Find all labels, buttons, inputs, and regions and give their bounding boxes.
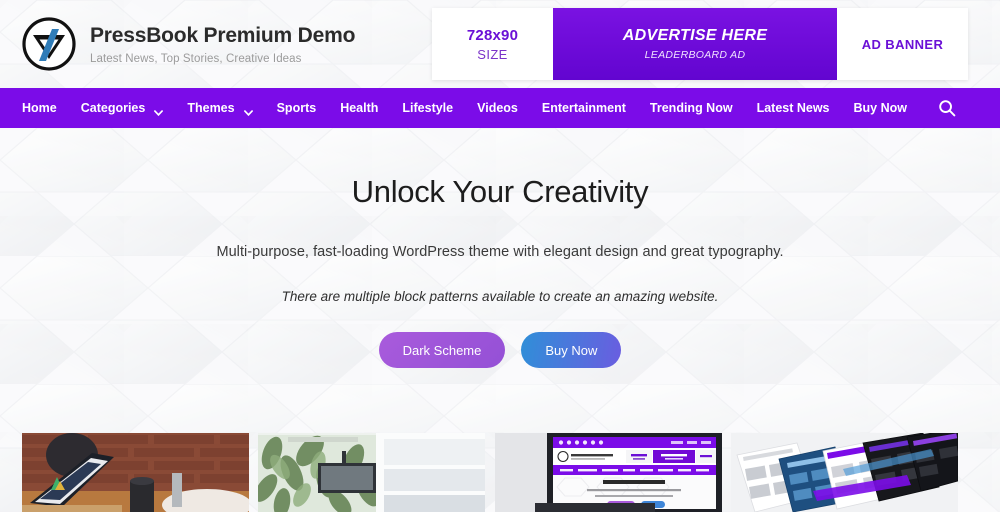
card-leaf-wallpaper-interior-photo[interactable]: [258, 433, 485, 512]
nav-item-latest-news[interactable]: Latest News: [757, 101, 830, 115]
dark-scheme-button[interactable]: Dark Scheme: [378, 332, 506, 368]
hero-section: Unlock Your Creativity Multi-purpose, fa…: [0, 128, 1000, 413]
nav-item-sports[interactable]: Sports: [277, 101, 317, 115]
ad-main-block[interactable]: ADVERTISE HERE LEADERBOARD AD: [553, 8, 837, 80]
nav-item-label: Videos: [477, 101, 518, 115]
buy-now-button[interactable]: Buy Now: [521, 332, 622, 368]
nav-item-entertainment[interactable]: Entertainment: [542, 101, 626, 115]
nav-item-videos[interactable]: Videos: [477, 101, 518, 115]
search-icon[interactable]: [938, 99, 956, 117]
nav-item-label: Lifestyle: [402, 101, 454, 115]
card-laptop-brick-wall-photo[interactable]: [22, 433, 249, 512]
nav-list: Home Categories Themes Sports Health Lif…: [0, 101, 931, 116]
nav-item-trending-now[interactable]: Trending Now: [650, 101, 733, 115]
featured-cards-strip: [0, 413, 1000, 512]
card-laptop-site-preview-photo[interactable]: [495, 433, 722, 512]
page-title: Unlock Your Creativity: [351, 174, 649, 209]
ad-size-block: 728x90 SIZE: [432, 8, 553, 80]
nav-item-lifestyle[interactable]: Lifestyle: [402, 101, 453, 115]
nav-item-label: Trending Now: [649, 101, 733, 115]
ad-right-block: AD BANNER: [837, 8, 968, 80]
nav-item-label: Home: [22, 101, 57, 115]
ad-size-label: SIZE: [477, 46, 508, 62]
chevron-down-icon[interactable]: [243, 105, 253, 116]
hero-button-group: Dark Scheme Buy Now: [378, 332, 622, 368]
nav-item-buy-now[interactable]: Buy Now: [854, 101, 907, 115]
nav-item-label: Entertainment: [541, 101, 626, 115]
nav-item-label: Sports: [276, 101, 317, 115]
nav-item-themes[interactable]: Themes: [187, 101, 253, 116]
site-tagline: Latest News, Top Stories, Creative Ideas: [90, 52, 302, 65]
ad-right-label: AD BANNER: [861, 36, 944, 52]
pressbook-logo-icon: [22, 17, 76, 71]
ad-main-subtitle: LEADERBOARD AD: [644, 49, 746, 61]
brand[interactable]: PressBook Premium Demo Latest News, Top …: [0, 17, 355, 71]
leaderboard-ad-banner[interactable]: 728x90 SIZE ADVERTISE HERE LEADERBOARD A…: [432, 8, 968, 80]
main-navigation: Home Categories Themes Sports Health Lif…: [0, 88, 1000, 128]
brand-text: PressBook Premium Demo Latest News, Top …: [90, 23, 355, 64]
nav-item-label: Latest News: [756, 101, 830, 115]
hero-subtitle: Multi-purpose, fast-loading WordPress th…: [216, 244, 784, 260]
hero-note: There are multiple block patterns availa…: [281, 289, 719, 304]
card-multi-layout-showcase-photo[interactable]: [731, 433, 958, 512]
nav-item-health[interactable]: Health: [340, 101, 378, 115]
nav-item-label: Health: [340, 101, 379, 115]
nav-item-categories[interactable]: Categories: [80, 101, 164, 116]
page-root: PressBook Premium Demo Latest News, Top …: [0, 0, 1000, 512]
site-title: PressBook Premium Demo: [90, 24, 356, 48]
ad-main-title: ADVERTISE HERE: [622, 27, 768, 44]
nav-item-label: Themes: [187, 101, 235, 115]
nav-item-label: Categories: [80, 101, 146, 115]
nav-item-label: Buy Now: [853, 101, 907, 115]
ad-size-dimension: 728x90: [466, 26, 519, 44]
chevron-down-icon[interactable]: [154, 105, 164, 116]
nav-item-home[interactable]: Home: [22, 101, 57, 115]
